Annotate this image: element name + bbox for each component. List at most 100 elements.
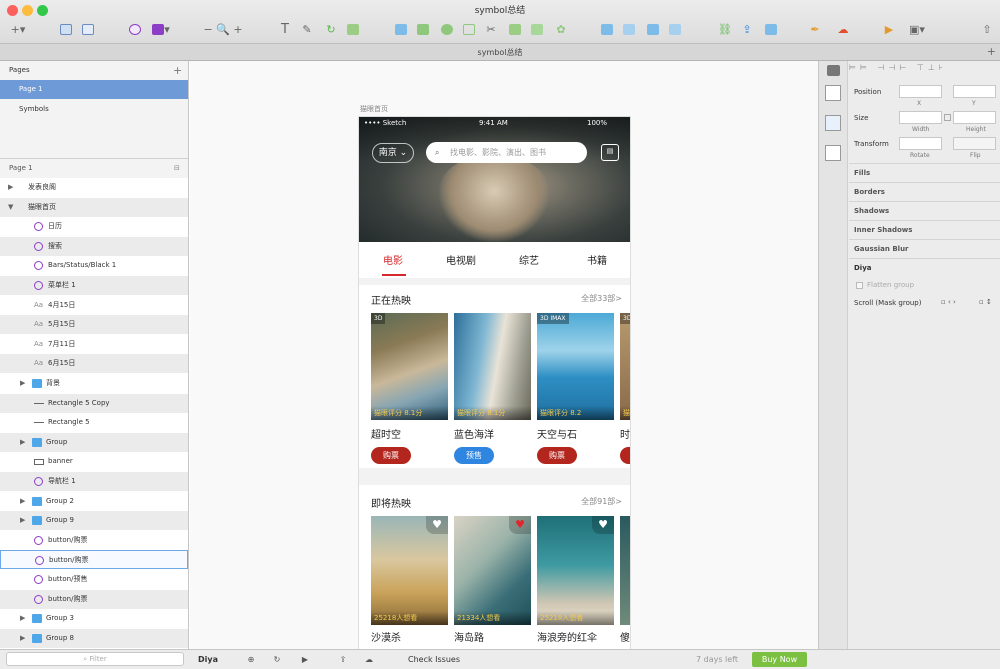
layer-filter-input[interactable]: ⌕ Filter — [6, 652, 184, 666]
create-symbol-icon[interactable] — [127, 20, 143, 38]
disclosure-closed-icon[interactable]: ▶ — [20, 511, 25, 530]
boolean-difference-icon[interactable] — [462, 20, 476, 38]
document-tab[interactable]: symbol总结 — [0, 47, 1000, 58]
inspector-section[interactable]: Gaussian Blur — [849, 239, 1000, 258]
group-icon[interactable] — [58, 20, 74, 38]
upcoming-poster[interactable] — [620, 516, 630, 625]
category-tab[interactable]: 电视剧 — [446, 252, 476, 267]
layer-row[interactable]: button/购票 — [0, 589, 188, 609]
cloud-icon[interactable]: ☁ — [834, 20, 852, 38]
distribute-icon[interactable] — [668, 20, 682, 38]
movie-poster[interactable]: 3D 猫眼评分 8.1分 — [371, 313, 448, 420]
width-input[interactable] — [899, 111, 942, 124]
view-icon[interactable]: ▣▾ — [906, 20, 928, 38]
position-x-input[interactable] — [899, 85, 942, 98]
movie-search-input[interactable]: ⌕ 找电影、影院、演出、图书 — [426, 142, 587, 163]
layer-row[interactable]: 菜单栏 1 — [0, 276, 188, 295]
movie-ticket-button[interactable]: 购票 — [371, 447, 411, 464]
layer-row[interactable]: Bars/Status/Black 1 — [0, 256, 188, 275]
page-item[interactable]: Symbols — [0, 100, 188, 119]
align-icon[interactable] — [646, 20, 660, 38]
rotate-input[interactable] — [899, 137, 942, 150]
layer-row[interactable]: ▶ Group 9 — [0, 511, 188, 531]
wish-heart-icon[interactable]: ♥ — [426, 516, 448, 534]
coming-soon-more-link[interactable]: 全部91部> — [581, 496, 622, 507]
category-tab[interactable]: 书籍 — [587, 252, 607, 267]
layer-row[interactable]: button/购票 — [0, 531, 188, 550]
ungroup-icon[interactable] — [80, 20, 96, 38]
flip-control[interactable] — [953, 137, 996, 150]
upload-icon[interactable]: ⇪ — [336, 652, 350, 667]
calendar-icon[interactable]: ▤ — [601, 144, 619, 161]
layer-row[interactable]: Aa 7月11日 — [0, 335, 188, 354]
check-issues-button[interactable]: Check Issues — [394, 652, 474, 667]
category-tab[interactable]: 电影 — [383, 252, 403, 267]
boolean-union-icon[interactable] — [394, 20, 408, 38]
layer-row[interactable]: button/购票 — [0, 550, 188, 570]
disclosure-closed-icon[interactable]: ▶ — [20, 374, 25, 393]
layer-row[interactable]: 日历 — [0, 217, 188, 236]
add-icon[interactable]: ⊕ — [244, 652, 258, 667]
buy-now-button[interactable]: Buy Now — [752, 652, 807, 667]
now-showing-more-link[interactable]: 全部33部> — [581, 293, 622, 304]
export-icon[interactable]: ⇪ — [740, 20, 754, 38]
inspector-section[interactable]: Borders — [849, 182, 1000, 201]
layout-icon[interactable] — [825, 115, 841, 131]
movie-ticket-button[interactable]: 购票 — [537, 447, 577, 464]
disclosure-closed-icon[interactable]: ▶ — [20, 609, 25, 628]
inspector-section[interactable]: Fills — [849, 163, 1000, 182]
disclosure-closed-icon[interactable]: ▶ — [20, 629, 25, 648]
layer-row[interactable]: banner — [0, 452, 188, 471]
lock-ratio-icon[interactable] — [944, 114, 951, 121]
layer-row[interactable]: ▶ Group 2 — [0, 492, 188, 511]
disclosure-closed-icon[interactable]: ▶ — [20, 492, 25, 511]
layer-row[interactable]: ▶ Group 8 — [0, 628, 188, 648]
pen-icon[interactable]: ✒ — [808, 20, 822, 38]
boolean-subtract-icon[interactable] — [416, 20, 430, 38]
inspector-section[interactable]: Inner Shadows — [849, 220, 1000, 239]
flatten-icon[interactable] — [508, 20, 522, 38]
boolean-intersect-icon[interactable] — [440, 20, 454, 38]
layer-row[interactable]: ▶ 发表良阁 — [0, 178, 188, 197]
city-selector[interactable]: 南京 ⌄ — [372, 143, 414, 163]
category-tab[interactable]: 综艺 — [519, 252, 539, 267]
insert-icon[interactable]: +▾ — [6, 20, 30, 38]
layer-row[interactable]: ▶ 背景 — [0, 374, 188, 393]
play-icon[interactable]: ▶ — [882, 20, 896, 38]
link-icon[interactable]: ⛓ — [718, 20, 732, 38]
layer-row[interactable]: Aa 5月15日 — [0, 315, 188, 335]
artboard-phone[interactable]: •••• Sketch 9:41 AM 100% 南京 ⌄ ⌕ 找电影、影院、演… — [358, 116, 631, 649]
upcoming-poster[interactable]: ♥ 25218人想看 — [537, 516, 614, 625]
movie-poster[interactable]: 3D 猫眼评分 — [620, 313, 630, 420]
prototype-icon[interactable] — [825, 145, 841, 161]
canvas[interactable]: 猫眼首页 •••• Sketch 9:41 AM 100% 南京 ⌄ ⌕ 找电影… — [190, 61, 818, 649]
movie-poster[interactable]: 猫眼评分 8.1分 — [454, 313, 531, 420]
resize-icon[interactable] — [827, 65, 840, 76]
zoom-icon[interactable]: − 🔍 + — [203, 20, 243, 38]
align-layers-icon[interactable] — [825, 85, 841, 101]
vector-icon[interactable]: ✿ — [554, 20, 568, 38]
layer-row[interactable]: Rectangle 5 Copy — [0, 393, 188, 413]
text-tool-icon[interactable]: T — [278, 20, 292, 38]
artboard-label[interactable]: 猫眼首页 — [360, 104, 388, 114]
rotate-icon[interactable]: ↻ — [324, 20, 338, 38]
scroll-toggle[interactable]: ▫ ↕ — [979, 298, 997, 309]
layer-row[interactable]: ▼ 猫眼首页 — [0, 197, 188, 217]
movie-poster[interactable]: 3D IMAX 猫眼评分 8.2 — [537, 313, 614, 420]
layer-row[interactable]: 搜索 — [0, 236, 188, 256]
scroll-stepper[interactable]: ▫ ‹ › — [941, 298, 969, 309]
collapse-icon[interactable]: ⊟ — [174, 159, 180, 178]
forward-icon[interactable] — [600, 20, 614, 38]
scissors-icon[interactable]: ✂ — [484, 20, 498, 38]
upcoming-poster[interactable]: ♥ 21334人想看 — [454, 516, 531, 625]
mask-icon[interactable] — [346, 20, 360, 38]
height-input[interactable] — [953, 111, 996, 124]
page-item[interactable]: Page 1 — [0, 80, 188, 99]
upcoming-poster[interactable]: ♥ 25218人想看 — [371, 516, 448, 625]
layer-row[interactable]: Rectangle 5 — [0, 413, 188, 432]
layer-row[interactable]: 导航栏 1 — [0, 472, 188, 491]
layer-row[interactable]: Aa 4月15日 — [0, 296, 188, 315]
wish-heart-icon[interactable]: ♥ — [509, 516, 531, 534]
layer-row[interactable]: ▶ Group — [0, 432, 188, 452]
scale-icon[interactable] — [530, 20, 544, 38]
